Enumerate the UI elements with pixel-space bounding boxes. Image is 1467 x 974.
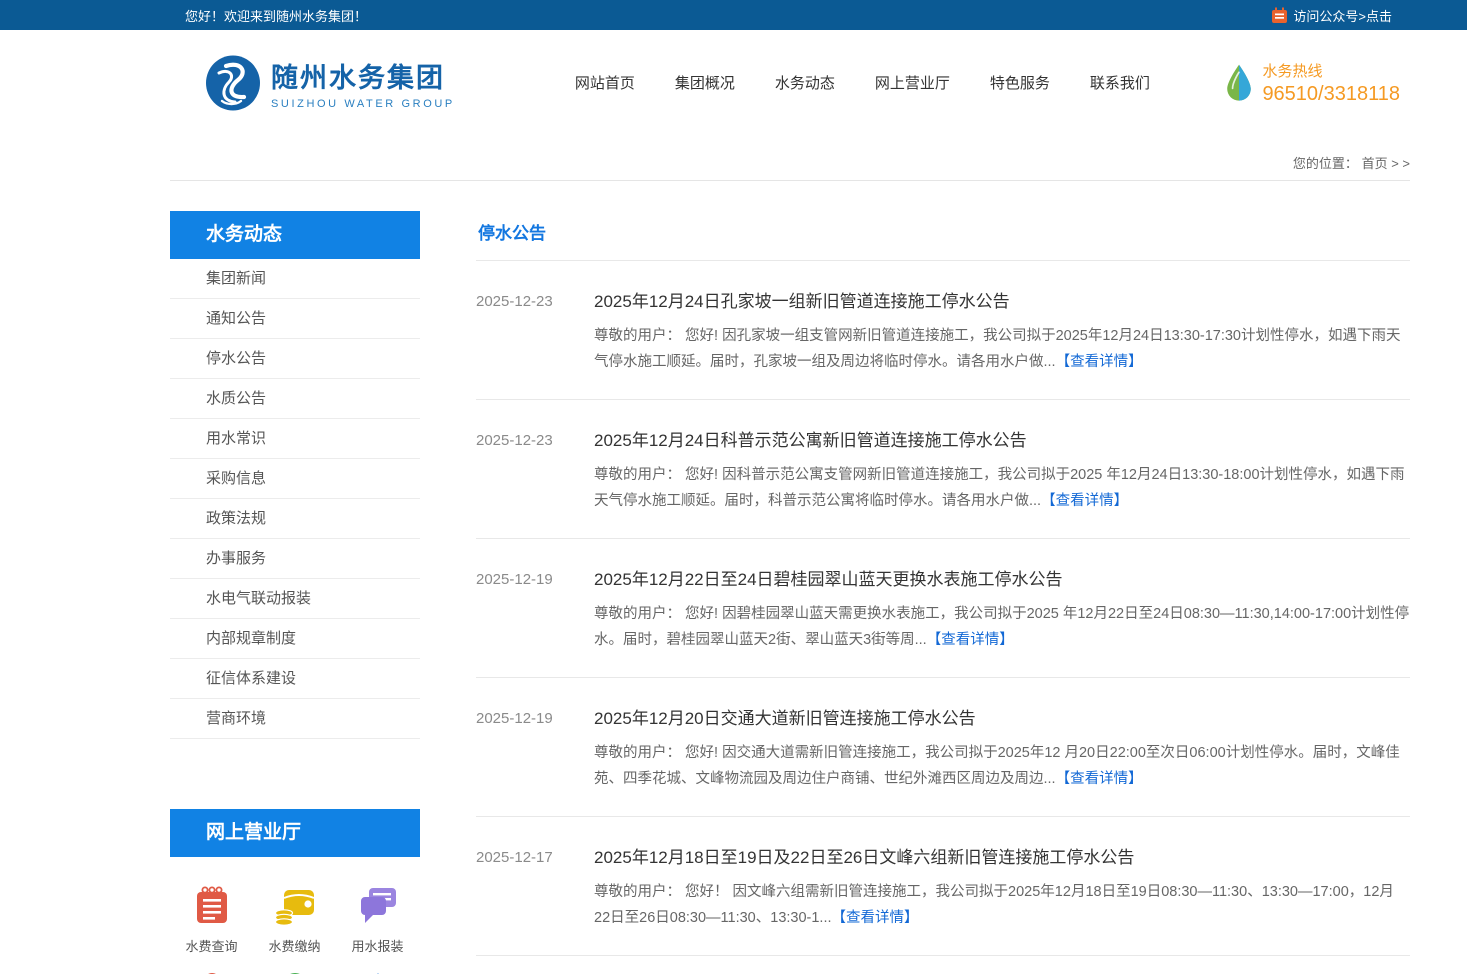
view-details-link[interactable]: 【查看详情】 [832, 910, 919, 926]
header: 随州水务集团 SUIZHOU WATER GROUP 网站首页 集团概况 水务动… [0, 30, 1467, 135]
swan-logo-icon [205, 55, 261, 111]
logo-title: 随州水务集团 [271, 56, 455, 95]
nav-item-services[interactable]: 特色服务 [990, 72, 1050, 93]
breadcrumb-home-link[interactable]: 首页 [1362, 156, 1388, 171]
welcome-text: 您好！欢迎来到随州水务集团！ [185, 6, 367, 25]
sidebar-item-internal-rules[interactable]: 内部规章制度 [170, 619, 420, 659]
view-details-link[interactable]: 【查看详情】 [927, 632, 1014, 648]
page-title: 停水公告 [476, 211, 1410, 261]
notice-excerpt: 尊敬的用户： 您好! 因孔家坡一组支管网新旧管道连接施工，我公司拟于2025年1… [594, 328, 1401, 370]
nav-item-home[interactable]: 网站首页 [575, 72, 635, 93]
notice-title[interactable]: 2025年12月18日至19日及22日至26日文峰六组新旧管连接施工停水公告 [594, 843, 1410, 868]
main-nav: 网站首页 集团概况 水务动态 网上营业厅 特色服务 联系我们 [575, 72, 1150, 93]
notice-item: 2025-12-23 2025年12月24日科普示范公寓新旧管道连接施工停水公告… [476, 400, 1410, 539]
breadcrumb-prefix: 您的位置： [1293, 156, 1358, 171]
notice-title[interactable]: 2025年12月24日科普示范公寓新旧管道连接施工停水公告 [594, 426, 1410, 451]
view-details-link[interactable]: 【查看详情】 [1056, 354, 1143, 370]
notice-date: 2025-12-17 [476, 843, 594, 931]
sidebar-item-business-env[interactable]: 营商环境 [170, 699, 420, 739]
sidebar-item-services[interactable]: 办事服务 [170, 539, 420, 579]
notice-title[interactable]: 2025年12月22日至24日碧桂园翠山蓝天更换水表施工停水公告 [594, 565, 1410, 590]
notice-item: 2025-12-19 2025年12月22日至24日碧桂园翠山蓝天更换水表施工停… [476, 539, 1410, 678]
notice-excerpt: 尊敬的用户： 您好！ 因文峰六组需新旧管连接施工，我公司拟于2025年12月18… [594, 884, 1394, 926]
sidebar-item-water-outage[interactable]: 停水公告 [170, 339, 420, 379]
hall-item-fee-pay[interactable]: 水费缴纳 [253, 883, 336, 955]
wechat-label: 访问公众号>点击 [1293, 6, 1392, 25]
hotline-label: 水务热线 [1262, 60, 1400, 81]
logo-subtitle: SUIZHOU WATER GROUP [271, 98, 455, 110]
hall-item-label: 用水报装 [351, 936, 403, 955]
sidebar-item-water-knowledge[interactable]: 用水常识 [170, 419, 420, 459]
chat-bubbles-icon [356, 883, 400, 927]
sidebar: 水务动态 集团新闻 通知公告 停水公告 水质公告 用水常识 采购信息 政策法规 … [170, 211, 420, 974]
notice-date: 2025-12-19 [476, 565, 594, 653]
notice-section: 停水公告 2025-12-23 2025年12月24日孔家坡一组新旧管道连接施工… [476, 211, 1410, 974]
topbar: 您好！欢迎来到随州水务集团！ 访问公众号>点击 [0, 0, 1467, 30]
sidebar-item-joint-install[interactable]: 水电气联动报装 [170, 579, 420, 619]
water-drop-icon [1224, 63, 1254, 103]
nav-item-about[interactable]: 集团概况 [675, 72, 735, 93]
notice-title[interactable]: 2025年12月24日孔家坡一组新旧管道连接施工停水公告 [594, 287, 1410, 312]
nav-item-contact[interactable]: 联系我们 [1090, 72, 1150, 93]
notice-item: 2025-12-17 2025年12月18日至19日及22日至26日文峰六组新旧… [476, 817, 1410, 956]
sidebar-news-header: 水务动态 [170, 211, 420, 259]
notice-date: 2025-12-23 [476, 426, 594, 514]
nav-item-online-hall[interactable]: 网上营业厅 [875, 72, 950, 93]
logo[interactable]: 随州水务集团 SUIZHOU WATER GROUP [205, 55, 455, 111]
notice-item: 2025-12-19 2025年12月20日交通大道新旧管连接施工停水公告 尊敬… [476, 678, 1410, 817]
wallet-icon [272, 883, 318, 927]
view-details-link[interactable]: 【查看详情】 [1041, 493, 1128, 509]
notice-excerpt: 尊敬的用户： 您好! 因交通大道需新旧管连接施工，我公司拟于2025年12 月2… [594, 745, 1400, 787]
sidebar-item-procurement[interactable]: 采购信息 [170, 459, 420, 499]
sidebar-item-notices[interactable]: 通知公告 [170, 299, 420, 339]
hall-item-fee-query[interactable]: 水费查询 [170, 883, 253, 955]
hall-item-label: 水费查询 [185, 936, 237, 955]
sidebar-item-water-quality[interactable]: 水质公告 [170, 379, 420, 419]
notice-date: 2025-12-23 [476, 287, 594, 375]
sidebar-item-credit-system[interactable]: 征信体系建设 [170, 659, 420, 699]
hall-item-label: 水费缴纳 [268, 936, 320, 955]
hotline-number: 96510/3318118 [1262, 83, 1400, 106]
view-details-link[interactable]: 【查看详情】 [1056, 771, 1143, 787]
breadcrumb: 您的位置： 首页 > > [170, 135, 1410, 181]
notice-item: 2025-12-23 2025年12月24日孔家坡一组新旧管道连接施工停水公告 … [476, 261, 1410, 400]
hotline: 水务热线 96510/3318118 [1224, 60, 1400, 106]
nav-item-news[interactable]: 水务动态 [775, 72, 835, 93]
notice-item: 2025-12-13 2025年12月13日交通大道新旧管连接施工停水公告 尊敬… [476, 956, 1410, 974]
notice-date: 2025-12-19 [476, 704, 594, 792]
sidebar-item-policies[interactable]: 政策法规 [170, 499, 420, 539]
hall-item-water-install[interactable]: 用水报装 [336, 883, 419, 955]
sidebar-item-group-news[interactable]: 集团新闻 [170, 259, 420, 299]
notice-excerpt: 尊敬的用户： 您好! 因科普示范公寓支管网新旧管道连接施工，我公司拟于2025 … [594, 467, 1405, 509]
calendar-icon [1271, 7, 1288, 24]
breadcrumb-separator: > > [1391, 156, 1410, 171]
notice-title[interactable]: 2025年12月20日交通大道新旧管连接施工停水公告 [594, 704, 1410, 729]
wechat-link[interactable]: 访问公众号>点击 [1271, 6, 1392, 25]
notepad-icon [190, 883, 234, 927]
sidebar-hall-header: 网上营业厅 [170, 809, 420, 857]
